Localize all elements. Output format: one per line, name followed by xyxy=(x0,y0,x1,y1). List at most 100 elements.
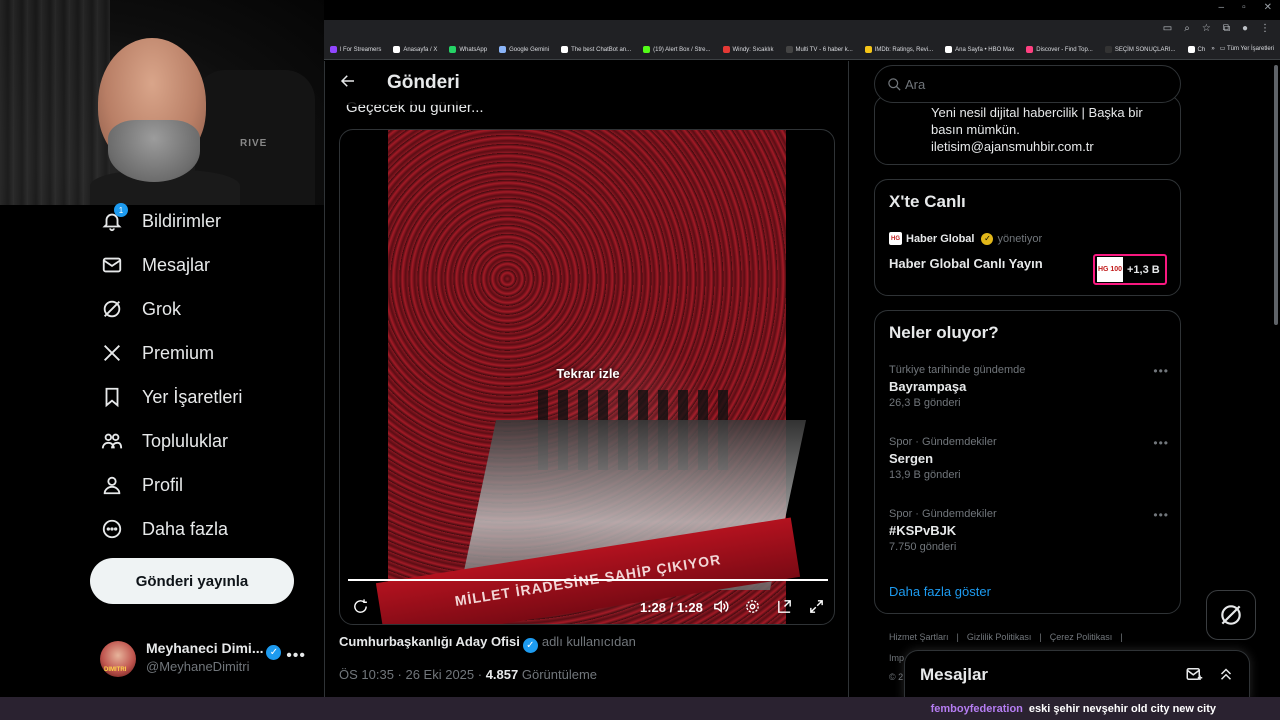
footer-link[interactable]: Gizlilik Politikası xyxy=(967,632,1032,642)
browser-tools: ▭ ⌕ ☆ ⧉ ● ⋮ xyxy=(1163,23,1270,34)
footer-link[interactable]: Hizmet Şartları xyxy=(889,632,949,642)
live-card-title: X'te Canlı xyxy=(889,192,966,211)
bookmark-favicon xyxy=(722,46,730,53)
bookmark-favicon xyxy=(643,46,651,53)
more-dots-icon[interactable]: ••• xyxy=(286,647,306,665)
footer-link[interactable]: Çerez Politikası xyxy=(1050,632,1113,642)
bookmark-label: Multi TV - 6 haber k... xyxy=(795,46,853,53)
trend-item[interactable]: Spor · Gündemdekiler #KSPvBJK 7.750 gönd… xyxy=(889,508,1169,553)
trend-more-icon[interactable]: ••• xyxy=(1153,436,1169,450)
cast-icon[interactable]: ▭ xyxy=(1163,23,1172,34)
back-arrow-icon[interactable] xyxy=(339,72,361,94)
bookmark[interactable]: Multi TV - 6 haber k... xyxy=(780,46,859,53)
fullscreen-icon[interactable] xyxy=(808,598,826,616)
nav-item-label: Yer İşaretleri xyxy=(142,386,243,407)
footer-separator: | xyxy=(1039,632,1042,642)
bookmark-favicon xyxy=(499,46,507,53)
bookmark-label: Ana Sayfa • HBO Max xyxy=(955,46,1015,53)
bookmark[interactable]: Ana Sayfa • HBO Max xyxy=(939,46,1020,53)
settings-gear-icon[interactable] xyxy=(744,598,762,616)
all-bookmarks-folder[interactable]: » ▭ Tüm Yer İşaretleri xyxy=(1205,45,1274,52)
bookmark[interactable]: WhatsApp xyxy=(443,46,493,53)
trend-item[interactable]: Spor · Gündemdekiler Sergen 13,9 B gönde… xyxy=(889,436,1169,481)
account-switcher[interactable]: DIMITRI Meyhaneci Dimi... ✓ @MeyhaneDimit… xyxy=(100,637,312,677)
post-button[interactable]: Gönderi yayınla xyxy=(90,558,294,604)
bookmark[interactable]: Google Gemini xyxy=(493,46,555,53)
grok-floating-button[interactable] xyxy=(1206,590,1256,640)
all-bookmarks-label: Tüm Yer İşaretleri xyxy=(1226,46,1274,52)
bookmark-favicon xyxy=(561,46,569,53)
x-logo-icon xyxy=(100,341,124,365)
live-listeners[interactable]: HG 100 +1,3 B xyxy=(1093,254,1167,285)
expand-chevron-icon[interactable] xyxy=(1217,665,1237,685)
volume-icon[interactable] xyxy=(712,598,730,616)
trend-context: Türkiye tarihinde gündemde xyxy=(889,364,1026,376)
nav-item-premium[interactable]: Premium xyxy=(100,338,214,368)
new-message-icon[interactable] xyxy=(1185,665,1205,685)
video-time: 1:28 / 1:28 xyxy=(640,600,703,615)
person-icon xyxy=(100,473,124,497)
bookmark-favicon xyxy=(1104,46,1112,53)
nav-item-grok[interactable]: Grok xyxy=(100,294,181,324)
window-controls: – ▫ ✕ xyxy=(1219,2,1273,13)
replay-button[interactable]: Tekrar izle xyxy=(340,366,834,381)
trend-name: #KSPvBJK xyxy=(889,523,957,538)
bookmark-favicon xyxy=(785,46,793,53)
bookmark[interactable]: (19) Alert Box / Stre... xyxy=(637,46,716,53)
bookmark[interactable]: Windy: Sıcaklık xyxy=(717,46,780,53)
close-button[interactable]: ✕ xyxy=(1264,2,1272,13)
zoom-icon[interactable]: ⌕ xyxy=(1184,23,1190,34)
menu-icon[interactable]: ⋮ xyxy=(1260,23,1270,34)
nav-item-communities[interactable]: Topluluklar xyxy=(100,426,228,456)
nav-item-more[interactable]: Daha fazla xyxy=(100,514,228,544)
extensions-icon[interactable]: ⧉ xyxy=(1223,23,1230,34)
pip-icon[interactable] xyxy=(776,598,794,616)
bookmark[interactable]: IMDb: Ratings, Revi... xyxy=(859,46,939,53)
live-stream-title[interactable]: Haber Global Canlı Yayın xyxy=(889,256,1043,271)
avatar: DIMITRI xyxy=(100,641,136,677)
nav-item-label: Premium xyxy=(142,342,215,363)
show-more-link[interactable]: Daha fazla göster xyxy=(889,584,991,599)
nav-item-notifications[interactable]: 1 Bildirimler xyxy=(100,203,221,236)
post-timestamp[interactable]: ÖS 10:35 · 26 Eki 2025 · xyxy=(339,667,486,682)
messages-drawer-title: Mesajlar xyxy=(920,665,989,684)
page-scrollbar[interactable] xyxy=(1272,61,1280,700)
trend-count: 7.750 gönderi xyxy=(889,541,957,553)
search-input[interactable] xyxy=(905,74,1165,94)
bookmark-label: (19) Alert Box / Stre... xyxy=(653,46,711,53)
bookmark[interactable]: Anasayfa / X xyxy=(387,46,443,53)
bookmark[interactable]: SEÇİM SONUÇLARI... xyxy=(1099,46,1182,53)
trend-more-icon[interactable]: ••• xyxy=(1153,364,1169,378)
video-progress-bar[interactable] xyxy=(348,579,828,581)
live-source[interactable]: HG Haber Global ✓ yönetiyor xyxy=(889,232,1042,245)
maximize-button[interactable]: ▫ xyxy=(1242,2,1246,13)
star-icon[interactable]: ☆ xyxy=(1202,23,1211,34)
footer-link[interactable]: Imp xyxy=(889,653,904,663)
minimize-button[interactable]: – xyxy=(1219,2,1225,13)
source-author-link[interactable]: Cumhurbaşkanlığı Aday Ofisi xyxy=(339,634,520,649)
scrollbar-thumb[interactable] xyxy=(1274,65,1278,325)
trend-more-icon[interactable]: ••• xyxy=(1153,508,1169,522)
video-player[interactable]: MİLLET İRADESİNE SAHİP ÇIKIYOR Tekrar iz… xyxy=(339,129,835,625)
chat-message: eski şehir nevşehir old city new city xyxy=(1028,702,1216,715)
notification-badge: 1 xyxy=(114,203,128,217)
search-bar[interactable] xyxy=(874,65,1181,103)
nav-item-profile[interactable]: Profil xyxy=(100,470,183,500)
bookmark-label: WhatsApp xyxy=(459,46,488,53)
bookmark[interactable]: Discover - Find Top... xyxy=(1020,46,1099,53)
nav-item-bookmarks[interactable]: Yer İşaretleri xyxy=(100,382,242,412)
grok-icon xyxy=(1221,605,1241,625)
trends-card: Neler oluyor? Türkiye tarihinde gündemde… xyxy=(874,310,1181,614)
footer-separator: | xyxy=(956,632,959,642)
profile-icon[interactable]: ● xyxy=(1242,23,1248,34)
messages-drawer[interactable]: Mesajlar xyxy=(904,650,1250,700)
post-attribution: Cumhurbaşkanlığı Aday Ofisi ✓ adlı kullanı… xyxy=(339,634,636,653)
nav-item-messages[interactable]: Mesajlar xyxy=(100,250,210,280)
view-count: 4.857 xyxy=(485,667,519,682)
trend-item[interactable]: Türkiye tarihinde gündemde Bayrampaşa 26… xyxy=(889,364,1169,409)
bookmark[interactable]: The best ChatBot an... xyxy=(555,46,637,53)
bookmark[interactable]: l For Streamers xyxy=(324,46,387,53)
live-thumbnail: HG 100 xyxy=(1097,257,1123,282)
replay-icon[interactable] xyxy=(352,598,370,616)
bookmark-favicon xyxy=(1187,46,1195,53)
